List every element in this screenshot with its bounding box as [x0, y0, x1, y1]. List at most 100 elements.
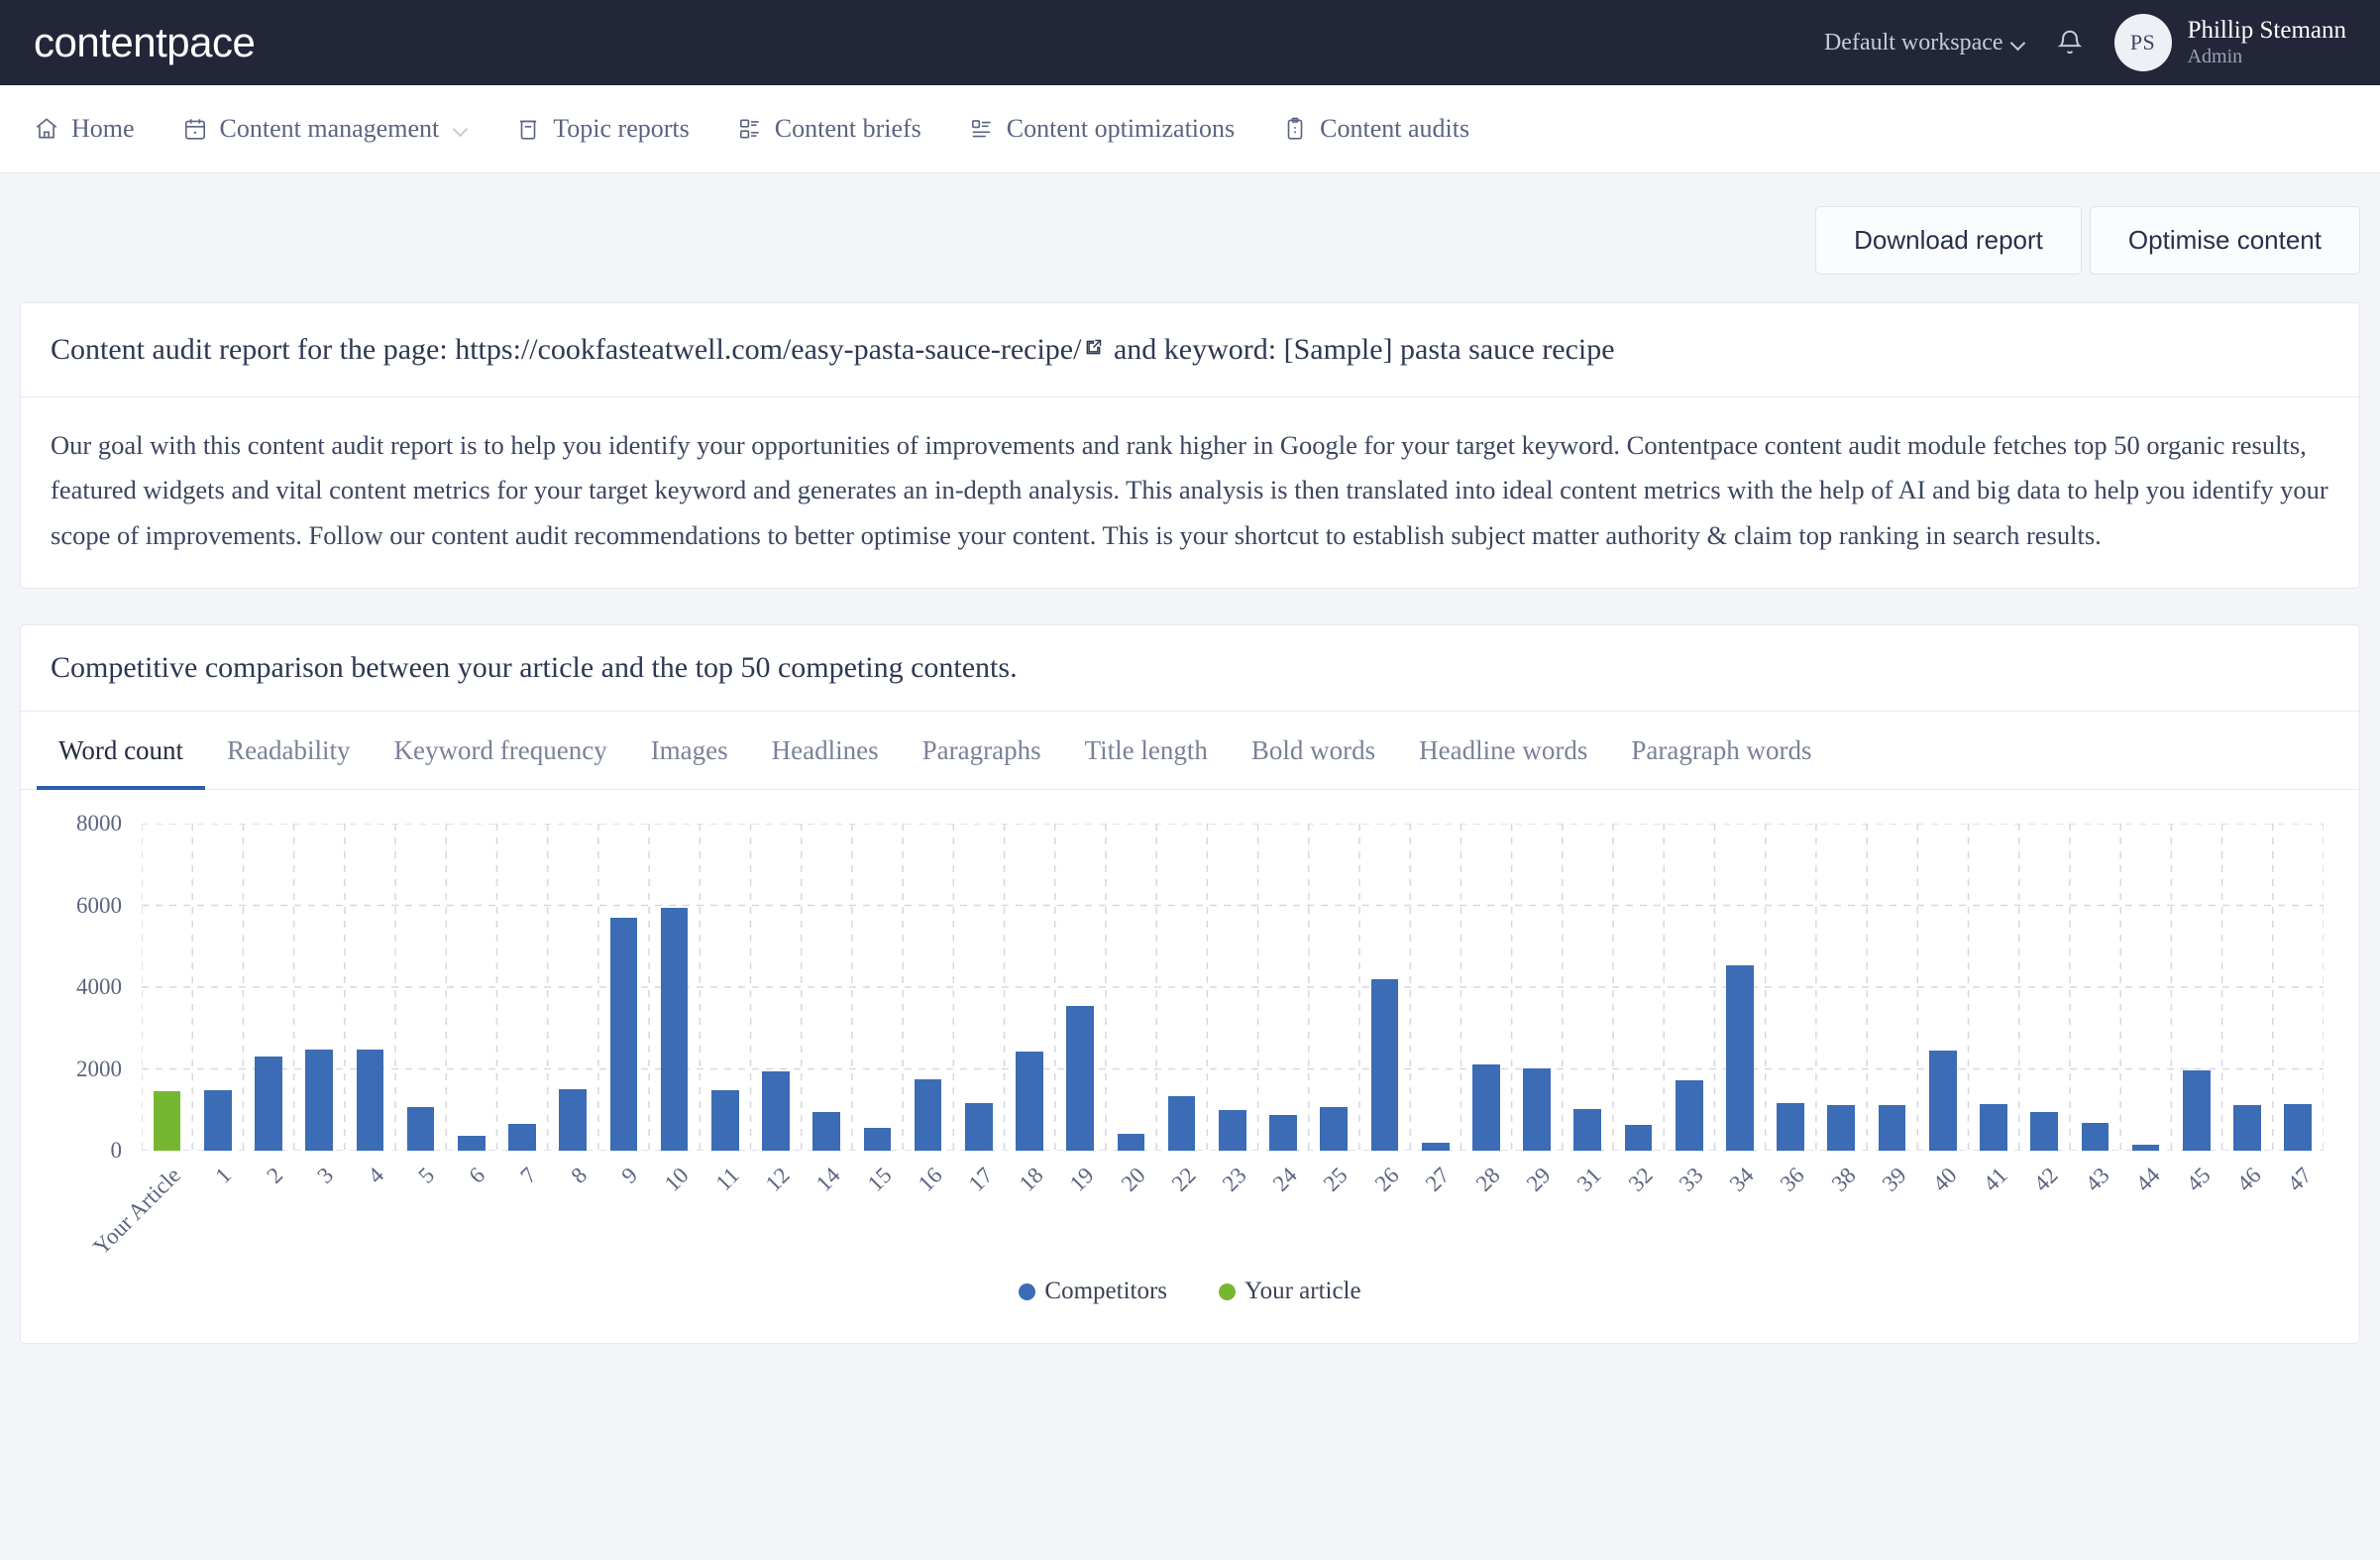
bar-cell: [802, 824, 852, 1152]
bar[interactable]: [1928, 1050, 1957, 1152]
tab-keyword-frequency[interactable]: Keyword frequency: [373, 712, 629, 790]
bar[interactable]: [1777, 1103, 1804, 1152]
tab-paragraph-words[interactable]: Paragraph words: [1609, 712, 1833, 790]
bar-cell: [1664, 824, 1714, 1152]
optimise-content-button[interactable]: Optimise content: [2089, 206, 2360, 275]
page-title: Content audit report for the page: https…: [21, 303, 2359, 397]
user-name: Phillip Stemann: [2187, 17, 2346, 45]
x-axis-tick-label: 28: [1470, 1163, 1505, 1197]
bar[interactable]: [965, 1102, 993, 1152]
x-axis-tick-label: 9: [616, 1163, 643, 1189]
brand-logo[interactable]: contentpace: [34, 19, 256, 66]
bar-cell: [1359, 824, 1410, 1152]
user-menu[interactable]: PS Phillip Stemann Admin: [2113, 14, 2346, 71]
bar-cell: [2070, 824, 2120, 1152]
x-axis-tick-label: 41: [1978, 1163, 2012, 1197]
bar[interactable]: [559, 1089, 588, 1152]
nav-item-content-briefs[interactable]: Content briefs: [737, 114, 947, 144]
bar[interactable]: [1066, 1005, 1095, 1152]
tab-headlines[interactable]: Headlines: [750, 712, 901, 790]
list-icon: [969, 116, 995, 142]
bar[interactable]: [1472, 1063, 1500, 1152]
bar-cell: [1207, 824, 1257, 1152]
bar-cell: [2120, 824, 2171, 1152]
bar[interactable]: [1269, 1115, 1297, 1152]
home-icon: [34, 116, 59, 142]
bar[interactable]: [1878, 1104, 1906, 1152]
bar[interactable]: [305, 1049, 334, 1152]
x-axis-tick-label: 47: [2283, 1163, 2318, 1197]
bar[interactable]: [2284, 1104, 2312, 1152]
tab-title-length[interactable]: Title length: [1063, 712, 1230, 790]
download-report-button[interactable]: Download report: [1815, 206, 2082, 275]
bar-cell: [142, 824, 192, 1152]
bar-cell: [1460, 824, 1511, 1152]
x-axis-tick-label: 19: [1065, 1163, 1100, 1197]
bar[interactable]: [1675, 1080, 1703, 1152]
bar[interactable]: [762, 1070, 790, 1152]
nav-item-content-audits[interactable]: Content audits: [1282, 114, 1495, 144]
x-axis-tick-label: 44: [2130, 1163, 2165, 1197]
bar[interactable]: [203, 1090, 232, 1152]
nav-item-topic-reports[interactable]: Topic reports: [515, 114, 715, 144]
bar[interactable]: [1421, 1142, 1450, 1152]
bar[interactable]: [153, 1091, 181, 1152]
bar[interactable]: [1117, 1133, 1145, 1152]
nav-label: Home: [71, 114, 135, 143]
bar[interactable]: [1827, 1105, 1856, 1152]
calendar-icon: [182, 116, 208, 142]
x-axis-tick-label: 14: [811, 1163, 845, 1197]
bar[interactable]: [406, 1107, 435, 1152]
bar[interactable]: [863, 1128, 892, 1152]
workspace-switcher[interactable]: Default workspace: [1824, 30, 2025, 56]
bar[interactable]: [1573, 1108, 1602, 1152]
clipboard-icon: [1282, 116, 1308, 142]
bar[interactable]: [508, 1123, 536, 1152]
bar-cell: [1106, 824, 1156, 1152]
bar[interactable]: [2131, 1145, 2160, 1152]
report-url-link[interactable]: https://cookfasteatwell.com/easy-pasta-s…: [455, 333, 1081, 366]
bar[interactable]: [1016, 1052, 1043, 1152]
tab-headline-words[interactable]: Headline words: [1397, 712, 1609, 790]
bell-icon[interactable]: [2055, 27, 2085, 58]
bar-cell: [2221, 824, 2272, 1152]
x-axis-tick-label: 23: [1217, 1163, 1251, 1197]
x-axis-tick-label: 24: [1267, 1163, 1302, 1197]
tab-readability[interactable]: Readability: [205, 712, 372, 790]
bar[interactable]: [914, 1079, 942, 1152]
legend-dot: [1219, 1282, 1237, 1300]
bar[interactable]: [812, 1111, 841, 1152]
bar[interactable]: [1219, 1109, 1246, 1152]
external-link-icon[interactable]: [1083, 329, 1104, 355]
bar[interactable]: [255, 1057, 282, 1152]
bar[interactable]: [1370, 978, 1399, 1152]
nav-item-content-management[interactable]: Content management: [182, 114, 494, 144]
tab-images[interactable]: Images: [629, 712, 750, 790]
x-axis-tick-label: 16: [913, 1163, 947, 1197]
nav-item-content-optimizations[interactable]: Content optimizations: [969, 114, 1260, 144]
bar[interactable]: [2233, 1104, 2261, 1152]
bar-cell: [953, 824, 1004, 1152]
tab-bold-words[interactable]: Bold words: [1230, 712, 1397, 790]
bar[interactable]: [1320, 1106, 1349, 1152]
nav-item-home[interactable]: Home: [34, 114, 161, 144]
bar[interactable]: [356, 1050, 384, 1152]
tab-paragraphs[interactable]: Paragraphs: [901, 712, 1063, 790]
bar[interactable]: [660, 907, 689, 1152]
bar[interactable]: [1726, 964, 1754, 1152]
audit-report-card: Content audit report for the page: https…: [20, 302, 2360, 590]
bar[interactable]: [711, 1090, 739, 1152]
bar[interactable]: [1980, 1103, 2007, 1152]
bar[interactable]: [2081, 1122, 2110, 1152]
bar[interactable]: [458, 1135, 486, 1152]
bar[interactable]: [2030, 1112, 2058, 1152]
bar-cell: [446, 824, 496, 1152]
bar[interactable]: [1624, 1124, 1653, 1152]
bar[interactable]: [2182, 1069, 2211, 1152]
bar[interactable]: [1167, 1095, 1196, 1152]
bar[interactable]: [609, 918, 638, 1152]
bar-cell: [1004, 824, 1054, 1152]
report-icon: [515, 116, 541, 142]
bar[interactable]: [1523, 1067, 1551, 1152]
tab-word-count[interactable]: Word count: [37, 712, 206, 791]
